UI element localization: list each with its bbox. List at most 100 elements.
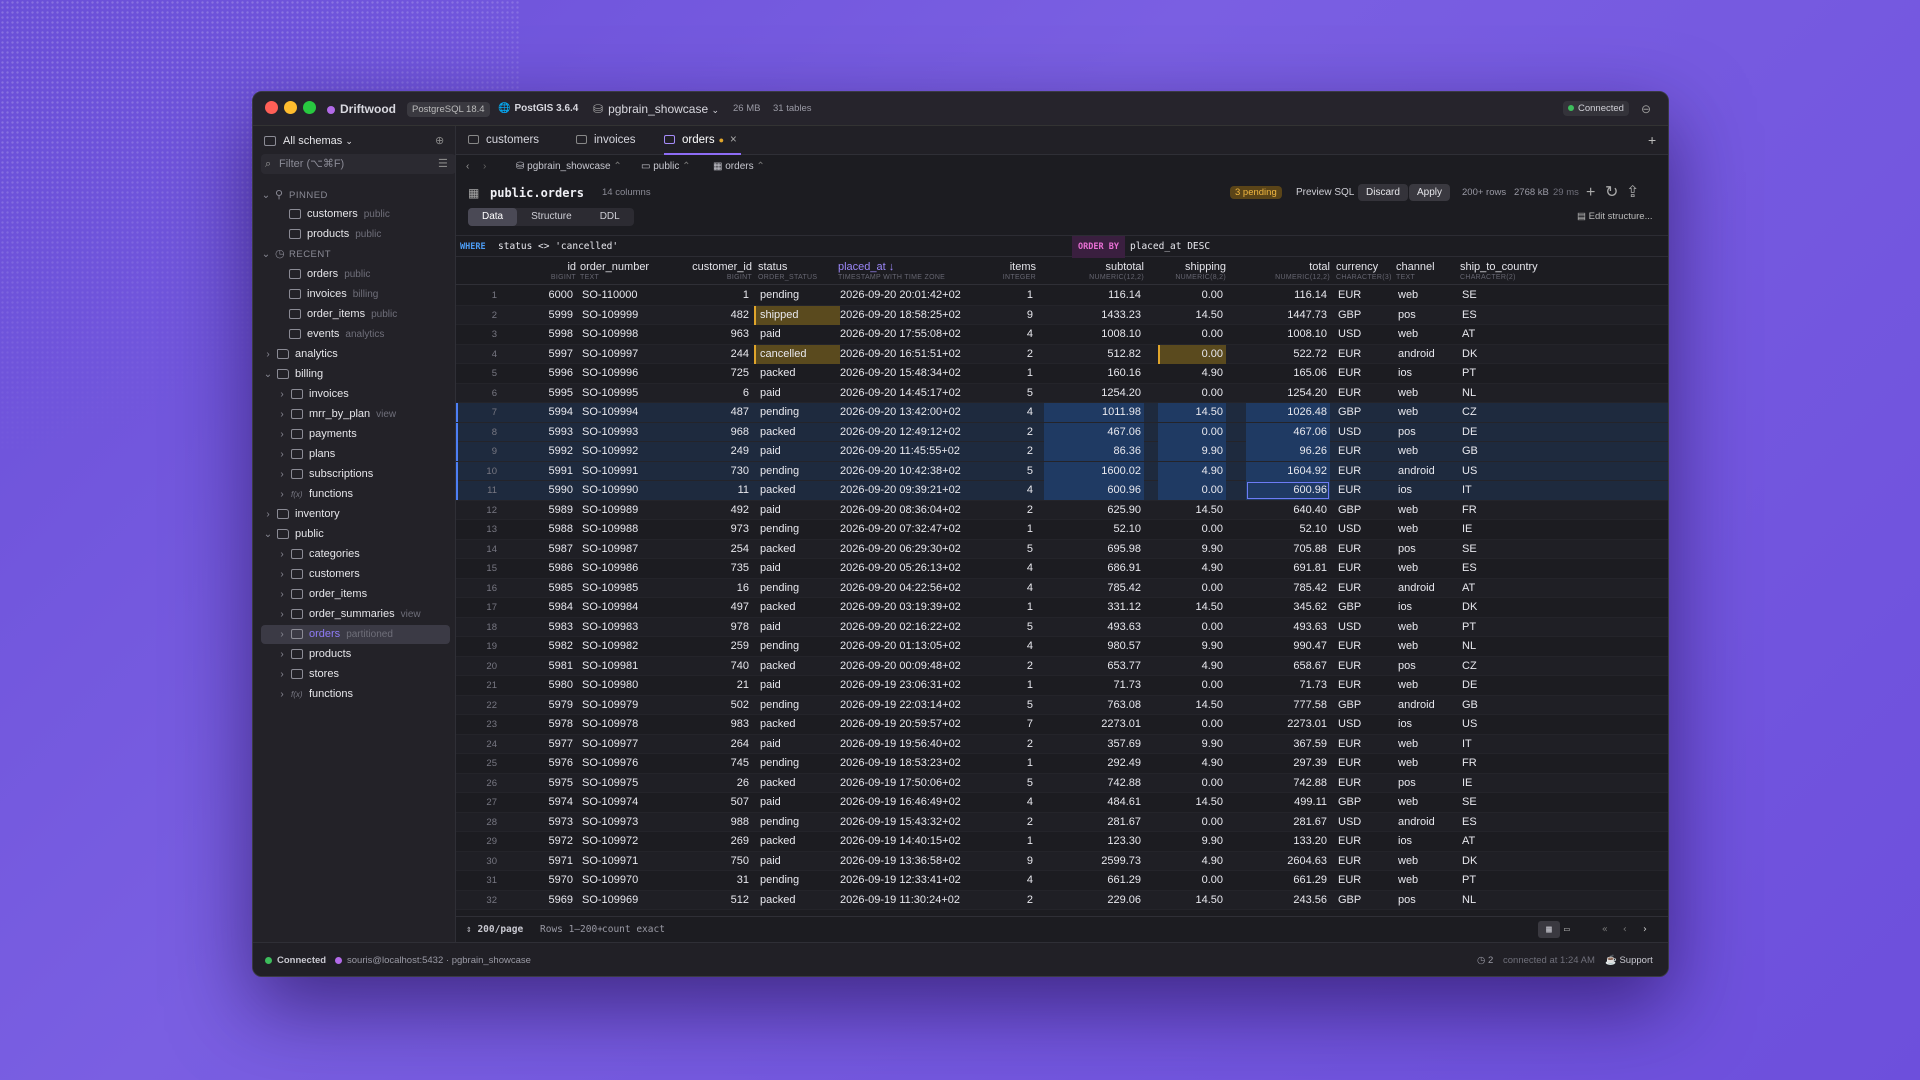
currency-cell[interactable]: GBP <box>1336 793 1392 812</box>
subtotal-cell[interactable]: 661.29 <box>1044 871 1144 890</box>
total-cell[interactable]: 1604.92 <box>1246 461 1330 481</box>
id-cell[interactable]: 5975 <box>516 774 576 793</box>
order-number-cell[interactable]: SO-109995 <box>580 384 670 403</box>
zoom-window-button[interactable] <box>303 101 316 114</box>
status-cell[interactable]: paid <box>758 559 840 578</box>
channel-cell[interactable]: ios <box>1396 598 1454 617</box>
customer-id-cell[interactable]: 973 <box>672 520 752 539</box>
sidebar-item-functions[interactable]: › f(x) functions <box>253 685 455 704</box>
placed-at-cell[interactable]: 2026-09-19 23:06:31+02 <box>838 676 978 695</box>
subtotal-cell[interactable]: 123.30 <box>1044 832 1144 851</box>
table-row[interactable]: 6 5995 SO-109995 6 paid 2026-09-20 14:45:17+0… <box>456 383 1668 403</box>
placed-at-cell[interactable]: 2026-09-20 11:45:55+02 <box>838 442 978 461</box>
channel-cell[interactable]: web <box>1396 735 1454 754</box>
status-cell[interactable]: pending <box>758 813 840 832</box>
subtotal-cell[interactable]: 2599.73 <box>1044 852 1144 871</box>
order-number-cell[interactable]: SO-109976 <box>580 754 670 773</box>
channel-cell[interactable]: android <box>1396 813 1454 832</box>
total-cell[interactable]: 116.14 <box>1246 286 1330 305</box>
sidebar-item-products[interactable]: products public <box>253 225 455 244</box>
shipping-cell[interactable]: 14.50 <box>1158 891 1226 910</box>
currency-cell[interactable]: EUR <box>1336 384 1392 403</box>
channel-cell[interactable]: web <box>1396 871 1454 890</box>
placed-at-cell[interactable]: 2026-09-20 20:01:42+02 <box>838 286 978 305</box>
ship-to-country-cell[interactable]: DK <box>1460 345 1560 364</box>
prev-page-icon[interactable]: ‹ <box>1622 917 1628 943</box>
shipping-cell[interactable]: 14.50 <box>1158 501 1226 520</box>
total-cell[interactable]: 297.39 <box>1246 754 1330 773</box>
table-row[interactable]: 31 5970 SO-109970 31 pending 2026-09-19 12:33… <box>456 871 1668 891</box>
id-cell[interactable]: 5974 <box>516 793 576 812</box>
items-cell[interactable]: 2 <box>1006 423 1036 442</box>
ship-to-country-cell[interactable]: AT <box>1460 832 1560 851</box>
subtotal-cell[interactable]: 686.91 <box>1044 559 1144 578</box>
order-number-cell[interactable]: SO-109981 <box>580 657 670 676</box>
order-number-cell[interactable]: SO-109979 <box>580 696 670 715</box>
export-icon[interactable]: ⇪ <box>1626 178 1639 208</box>
id-cell[interactable]: 5973 <box>516 813 576 832</box>
placed-at-cell[interactable]: 2026-09-19 14:40:15+02 <box>838 832 978 851</box>
placed-at-cell[interactable]: 2026-09-19 16:46:49+02 <box>838 793 978 812</box>
channel-cell[interactable]: web <box>1396 559 1454 578</box>
subtotal-cell[interactable]: 600.96 <box>1044 481 1144 500</box>
currency-cell[interactable]: USD <box>1336 715 1392 734</box>
table-row[interactable]: 25 5976 SO-109976 745 pending 2026-09-19 18:5… <box>456 754 1668 774</box>
placed-at-cell[interactable]: 2026-09-20 09:39:21+02 <box>838 481 978 500</box>
currency-cell[interactable]: GBP <box>1336 403 1392 422</box>
total-cell[interactable]: 281.67 <box>1246 813 1330 832</box>
currency-cell[interactable]: EUR <box>1336 579 1392 598</box>
channel-cell[interactable]: web <box>1396 618 1454 637</box>
total-cell[interactable]: 742.88 <box>1246 774 1330 793</box>
subtotal-cell[interactable]: 1008.10 <box>1044 325 1144 344</box>
ship-to-country-cell[interactable]: IT <box>1460 481 1560 500</box>
total-cell[interactable]: 165.06 <box>1246 364 1330 383</box>
status-cell[interactable]: shipped <box>754 305 840 325</box>
shipping-cell[interactable]: 14.50 <box>1158 696 1226 715</box>
back-icon[interactable]: ‹ <box>466 155 469 178</box>
subtotal-cell[interactable]: 980.57 <box>1044 637 1144 656</box>
placed-at-cell[interactable]: 2026-09-20 18:58:25+02 <box>838 306 978 325</box>
customer-id-cell[interactable]: 11 <box>672 481 752 500</box>
placed-at-cell[interactable]: 2026-09-19 11:30:24+02 <box>838 891 978 910</box>
sidebar-item-orders[interactable]: › orders partitioned <box>261 625 450 644</box>
subtotal-cell[interactable]: 281.67 <box>1044 813 1144 832</box>
table-row[interactable]: 19 5982 SO-109982 259 pending 2026-09-20 01:1… <box>456 637 1668 657</box>
id-cell[interactable]: 5996 <box>516 364 576 383</box>
currency-cell[interactable]: EUR <box>1336 676 1392 695</box>
status-cell[interactable]: packed <box>758 774 840 793</box>
subtotal-cell[interactable]: 1600.02 <box>1044 461 1144 481</box>
customer-id-cell[interactable]: 988 <box>672 813 752 832</box>
minimize-window-button[interactable] <box>284 101 297 114</box>
total-cell[interactable]: 96.26 <box>1246 442 1330 461</box>
column-header-total[interactable]: total <box>1236 261 1330 273</box>
table-row[interactable]: 20 5981 SO-109981 740 packed 2026-09-20 00:09… <box>456 656 1668 676</box>
placed-at-cell[interactable]: 2026-09-19 17:50:06+02 <box>838 774 978 793</box>
customer-id-cell[interactable]: 21 <box>672 676 752 695</box>
table-row[interactable]: 32 5969 SO-109969 512 packed 2026-09-19 11:30… <box>456 890 1668 910</box>
items-cell[interactable]: 2 <box>1006 442 1036 461</box>
sidebar-item-analytics[interactable]: › analytics <box>253 345 455 364</box>
order-number-cell[interactable]: SO-109987 <box>580 540 670 559</box>
ship-to-country-cell[interactable]: AT <box>1460 325 1560 344</box>
ship-to-country-cell[interactable]: DE <box>1460 676 1560 695</box>
placed-at-cell[interactable]: 2026-09-20 02:16:22+02 <box>838 618 978 637</box>
sidebar-item-orders[interactable]: orders public <box>253 265 455 284</box>
shipping-cell[interactable]: 0.00 <box>1158 618 1226 637</box>
channel-cell[interactable]: pos <box>1396 774 1454 793</box>
sidebar-item-payments[interactable]: › payments <box>253 425 455 444</box>
currency-cell[interactable]: EUR <box>1336 754 1392 773</box>
placed-at-cell[interactable]: 2026-09-20 17:55:08+02 <box>838 325 978 344</box>
items-cell[interactable]: 5 <box>1006 462 1036 481</box>
table-row[interactable]: 17 5984 SO-109984 497 packed 2026-09-20 03:19… <box>456 598 1668 618</box>
preview-sql-button[interactable]: Preview SQL <box>1296 178 1354 208</box>
order-number-cell[interactable]: SO-109984 <box>580 598 670 617</box>
customer-id-cell[interactable]: 6 <box>672 384 752 403</box>
channel-cell[interactable]: android <box>1396 579 1454 598</box>
status-cell[interactable]: paid <box>758 501 840 520</box>
id-cell[interactable]: 5970 <box>516 871 576 890</box>
shipping-cell[interactable]: 0.00 <box>1158 384 1226 403</box>
sidebar-item-subscriptions[interactable]: › subscriptions <box>253 465 455 484</box>
filter-options-icon[interactable]: ☰ <box>438 154 448 174</box>
items-cell[interactable]: 2 <box>1006 891 1036 910</box>
table-row[interactable]: 2 5999 SO-109999 482 shipped 2026-09-20 18:58… <box>456 305 1668 325</box>
